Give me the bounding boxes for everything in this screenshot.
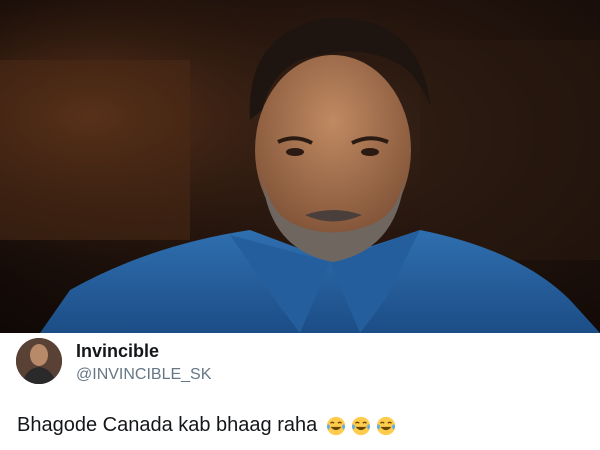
meme-photo xyxy=(0,0,600,333)
tweet-text-content: Bhagode Canada kab bhaag raha xyxy=(17,414,318,436)
tweet-text: Bhagode Canada kab bhaag raha xyxy=(17,414,397,437)
user-display-name[interactable]: Invincible xyxy=(76,341,159,362)
face-with-tears-of-joy-icon xyxy=(327,416,346,435)
photo-illustration xyxy=(0,0,600,333)
face-with-tears-of-joy-icon xyxy=(377,416,396,435)
user-handle[interactable]: @INVINCIBLE_SK xyxy=(76,366,211,384)
avatar-image xyxy=(16,338,62,384)
user-avatar[interactable] xyxy=(16,338,62,384)
face-with-tears-of-joy-icon xyxy=(352,416,371,435)
